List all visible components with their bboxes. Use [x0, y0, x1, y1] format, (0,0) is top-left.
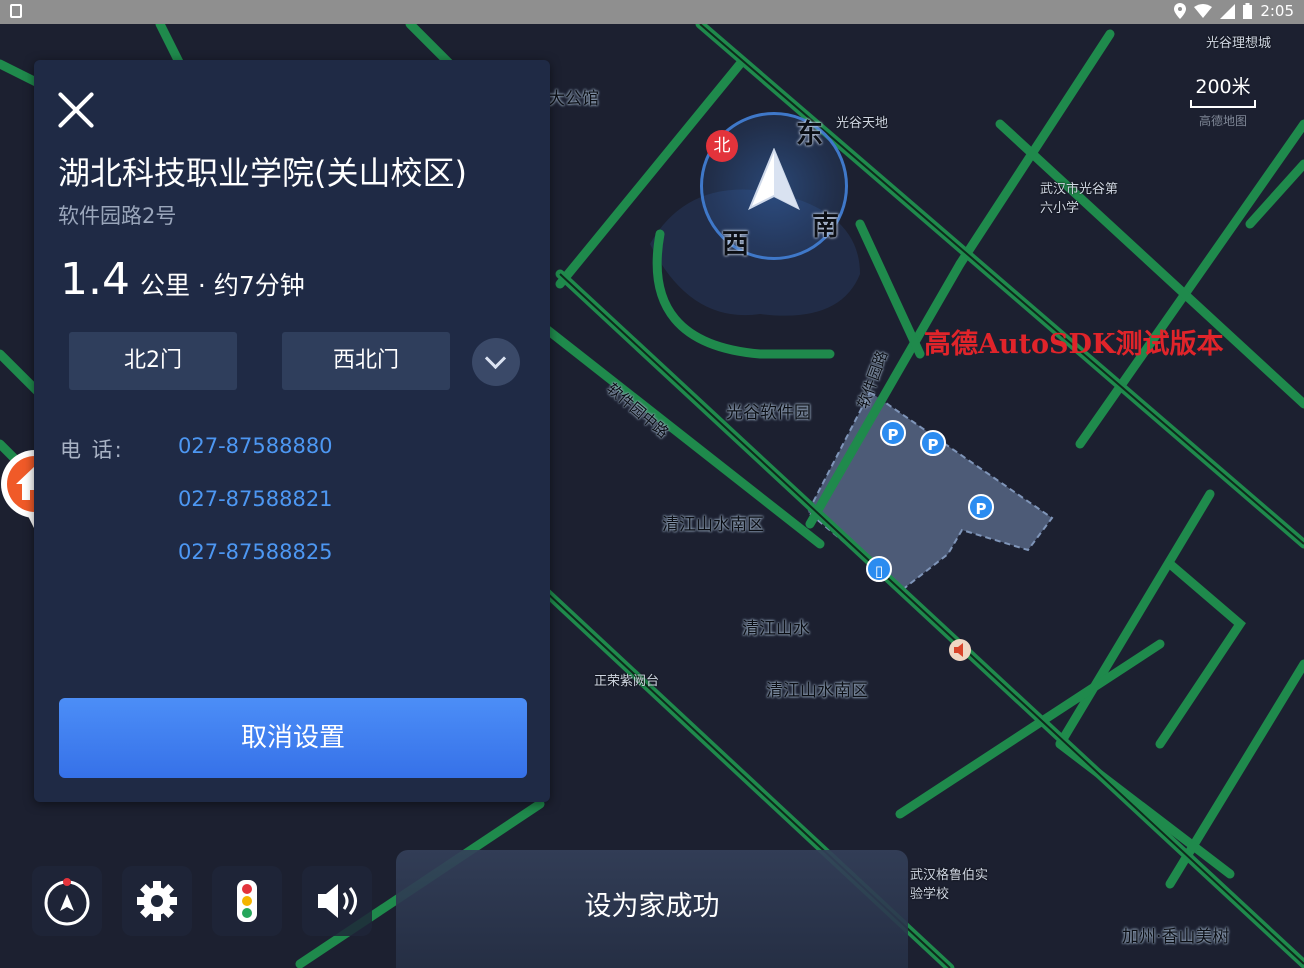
map-label: 大公馆 [548, 89, 599, 109]
map-label: 清江山水南区 [662, 515, 764, 535]
sdk-watermark: 高德AutoSDK测试版本 [924, 329, 1224, 360]
poi-label: 光谷理想城 [1206, 36, 1272, 51]
traffic-button[interactable] [212, 866, 282, 936]
phone-link[interactable]: 027-87588821 [178, 487, 333, 511]
parking-icon[interactable]: P [920, 430, 946, 456]
vehicle-arrow-icon [748, 148, 800, 211]
settings-button[interactable] [122, 866, 192, 936]
signal-icon [1220, 3, 1236, 19]
clock: 2:05 [1260, 2, 1294, 20]
poi-label: 武汉市光谷第六小学 [1040, 182, 1119, 216]
map-label: 光谷软件园 [726, 403, 811, 423]
phone-link[interactable]: 027-87588825 [178, 540, 333, 564]
phone-link[interactable]: 027-87588880 [178, 434, 333, 458]
distance-unit: 公里 · 约7分钟 [139, 271, 305, 300]
map-label: 清江山水 [742, 619, 810, 639]
poi-label: 武汉格鲁伯实验学校 [910, 868, 989, 902]
volume-icon [318, 884, 357, 918]
traffic-light-icon [237, 880, 257, 922]
scale-indicator: 200米 高德地图 [1190, 72, 1256, 129]
scale-bar [1190, 100, 1256, 108]
volume-button[interactable] [302, 866, 372, 936]
phone-label: 电 话: [60, 438, 124, 462]
cancel-setting-button[interactable]: 取消设置 [59, 698, 527, 778]
close-button[interactable] [54, 88, 98, 132]
scale-label: 200米 [1195, 76, 1251, 98]
battery-icon [1243, 3, 1253, 19]
map-label: 清江山水南区 [766, 681, 868, 701]
status-bar: 2:05 [0, 0, 1304, 24]
toast-message: 设为家成功 [396, 850, 908, 968]
settings-icon [137, 881, 177, 921]
compass-icon [44, 878, 90, 926]
notification-icon [10, 4, 22, 18]
compass-east: 东 [796, 119, 823, 150]
expand-gates-button[interactable] [472, 338, 520, 386]
map-label: 加州·香山美树 [1122, 927, 1230, 947]
speaker-poi-icon[interactable] [948, 638, 972, 662]
compass-mode-button[interactable] [32, 866, 102, 936]
distance-value: 1.4 [60, 254, 130, 305]
map-provider-label: 高德地图 [1198, 114, 1247, 128]
gate-button-north2[interactable]: 北2门 [69, 332, 237, 390]
wifi-icon [1194, 4, 1213, 18]
entrance-icon[interactable]: ▯ [866, 556, 892, 582]
compass-north: 北 [706, 130, 738, 162]
poi-label: 正荣紫阙台 [594, 674, 660, 689]
gate-button-northwest[interactable]: 西北门 [282, 332, 450, 390]
place-name: 湖北科技职业学院(关山校区) [58, 154, 467, 192]
compass-south: 南 [812, 211, 839, 242]
place-address: 软件园路2号 [58, 204, 177, 228]
poi-label: 光谷天地 [836, 116, 889, 131]
status-icons: 2:05 [1174, 2, 1294, 20]
parking-icon[interactable]: P [968, 494, 994, 520]
compass-west: 西 [722, 229, 749, 260]
parking-icon[interactable]: P [880, 420, 906, 446]
location-icon [1174, 3, 1187, 19]
destination-panel: 湖北科技职业学院(关山校区) 软件园路2号 1.4 公里 · 约7分钟 北2门 西… [34, 60, 550, 802]
distance-info: 1.4 公里 · 约7分钟 [60, 254, 305, 305]
